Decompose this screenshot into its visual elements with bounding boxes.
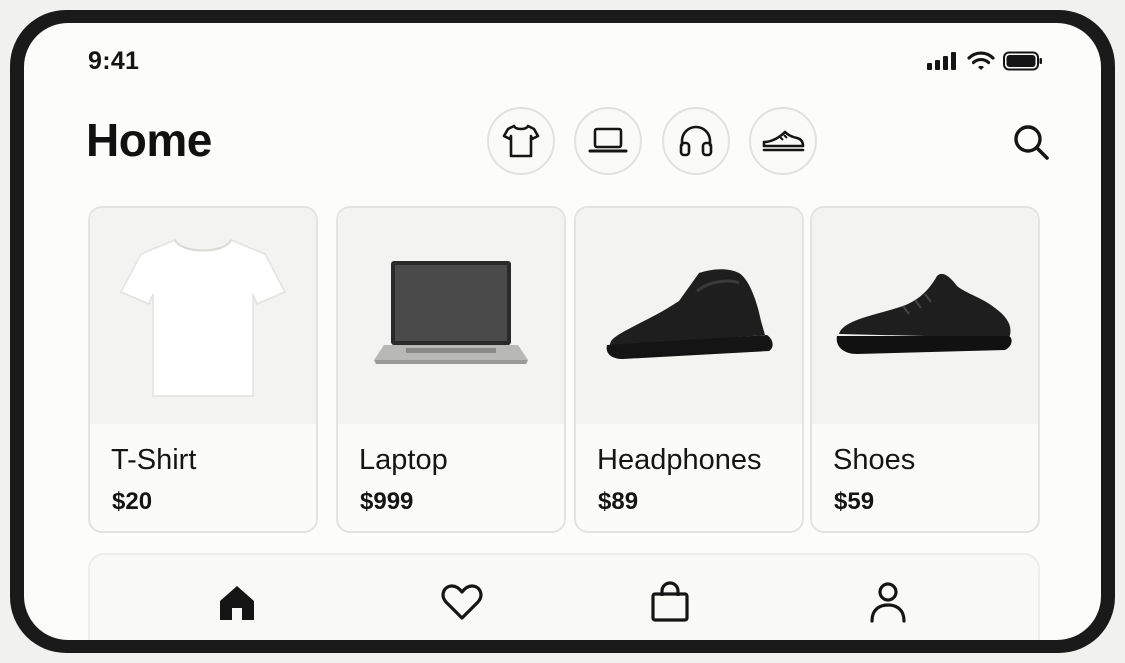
product-price: $20 (112, 488, 153, 515)
tshirt-icon (502, 124, 540, 158)
search-button[interactable] (1009, 120, 1053, 164)
signal-icon (927, 52, 959, 70)
page-title: Home (86, 114, 212, 166)
device-frame: 9:41 Home T-Shirt $20 Laptop $999 Headph… (10, 10, 1115, 653)
app-screen: 9:41 Home T-Shirt $20 Laptop $999 Headph… (24, 23, 1101, 640)
heart-icon (441, 584, 483, 620)
product-name: Headphones (597, 444, 762, 476)
nav-bag-button[interactable] (645, 577, 695, 627)
search-icon (1014, 125, 1049, 160)
product-name: Shoes (833, 444, 916, 476)
category-headphones-button[interactable] (662, 107, 730, 175)
category-laptop-button[interactable] (574, 107, 642, 175)
product-card-laptop[interactable]: Laptop $999 (336, 206, 566, 533)
product-price: $89 (598, 488, 639, 515)
status-icons (927, 51, 1043, 71)
nav-home-button[interactable] (212, 577, 262, 627)
headphones-icon (679, 125, 713, 157)
product-card-tshirt[interactable]: T-Shirt $20 (88, 206, 318, 533)
nav-favorites-button[interactable] (437, 577, 487, 627)
battery-icon (1003, 51, 1043, 71)
product-name: Laptop (359, 444, 448, 476)
bottom-nav (88, 553, 1040, 640)
product-card-headphones[interactable]: Headphones $89 (574, 206, 804, 533)
product-name: T-Shirt (111, 444, 197, 476)
product-price: $999 (360, 488, 414, 515)
bag-icon (651, 581, 689, 622)
category-tshirt-button[interactable] (487, 107, 555, 175)
sneaker-icon (762, 130, 805, 152)
profile-icon (870, 582, 906, 623)
laptop-icon (588, 127, 628, 153)
product-image-shoes (812, 208, 1038, 424)
home-icon (220, 586, 254, 620)
nav-profile-button[interactable] (863, 577, 913, 627)
product-price: $59 (834, 488, 875, 515)
status-time: 9:41 (88, 47, 140, 75)
category-shoes-button[interactable] (749, 107, 817, 175)
product-image-headphones (576, 208, 802, 424)
product-image-tshirt (90, 208, 316, 424)
product-image-laptop (338, 208, 564, 424)
wifi-icon (967, 51, 995, 71)
product-card-shoes[interactable]: Shoes $59 (810, 206, 1040, 533)
